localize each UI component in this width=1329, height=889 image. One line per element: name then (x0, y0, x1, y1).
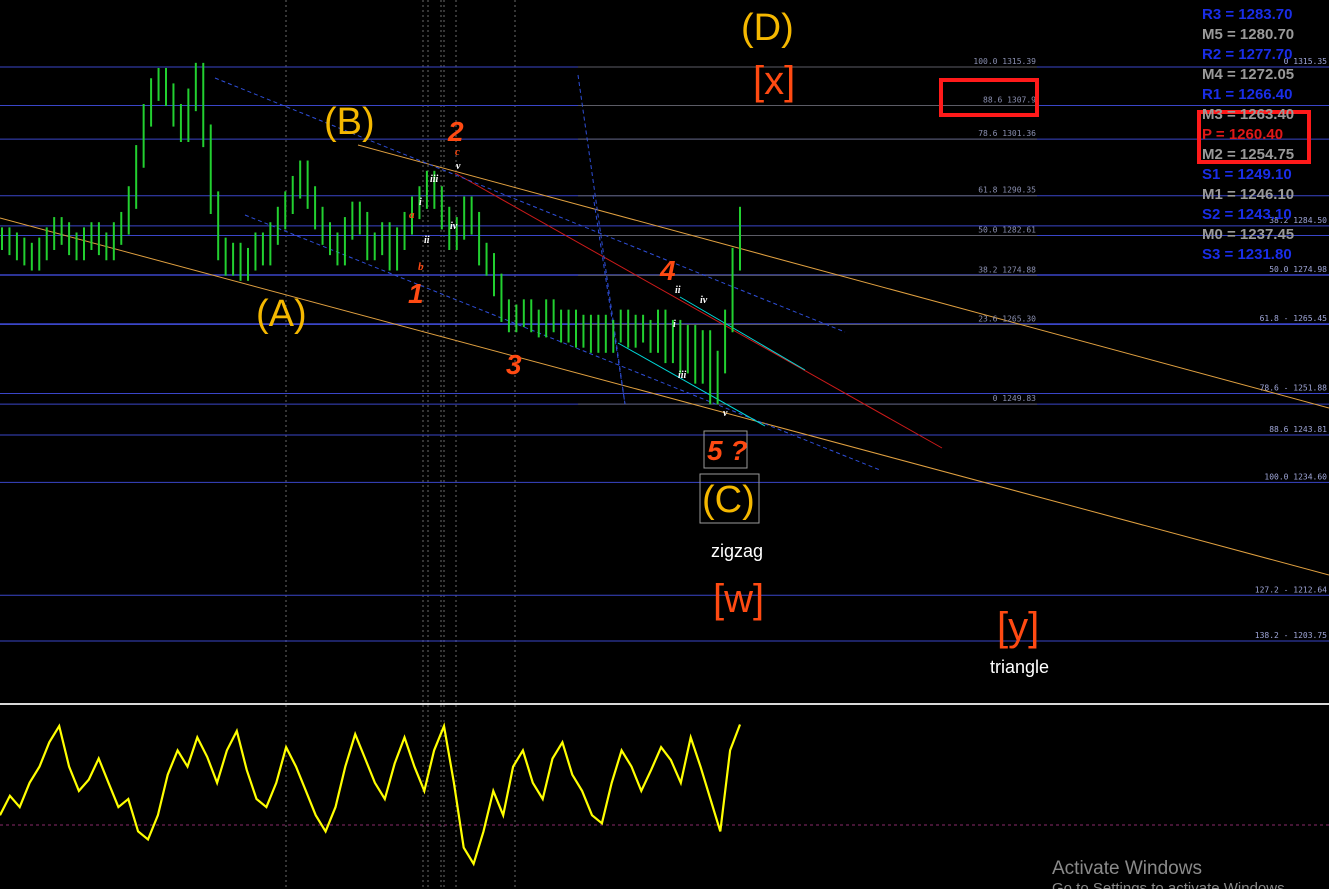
minor-ii-2: ii (675, 285, 681, 296)
minor-iii-1: iii (430, 174, 439, 185)
minor-iii-2: iii (678, 370, 687, 381)
fib-right-label: 50.0 1274.98 (1269, 265, 1327, 274)
minor-i-1: i (419, 197, 422, 208)
minor-v-1: v (456, 161, 461, 172)
wave-label-C: (C) (702, 479, 755, 521)
wave-label-w: [w] (713, 577, 764, 621)
blue-dash-4 (592, 194, 626, 405)
blue-dash-1 (214, 77, 846, 333)
pivot-label: S1 = 1249.10 (1202, 166, 1292, 183)
blue-dash-2 (244, 214, 881, 471)
minor-a: a (409, 209, 415, 221)
fib-left-label: 100.0 1315.39 (973, 57, 1036, 66)
fib-right-label: 61.8 - 1265.45 (1260, 314, 1328, 323)
fib-right-label: 138.2 - 1203.75 (1255, 631, 1327, 640)
vertical-separators (285, 0, 516, 889)
pivot-label: S3 = 1231.80 (1202, 246, 1292, 263)
minor-iv-2: iv (700, 295, 708, 306)
watermark-line2: Go to Settings to activate Windows. (1052, 880, 1289, 889)
fib-left-label: 88.6 1307.9 (983, 96, 1036, 105)
pivot-label: M4 = 1272.05 (1202, 66, 1294, 83)
wave-label-5: 5 ? (707, 435, 747, 466)
wave-label-B: (B) (324, 101, 375, 143)
fib-right-label: 88.6 1243.81 (1269, 425, 1327, 434)
wave-label-x: [x] (753, 59, 795, 103)
fib-left-labels: 100.0 1315.39 88.6 1307.9 78.6 1301.36 61.8… (973, 57, 1036, 403)
pivot-label: M0 = 1237.45 (1202, 226, 1294, 243)
fib-right-label: 127.2 - 1212.64 (1255, 585, 1327, 594)
minor-c: c (455, 146, 460, 158)
fib-left-label: 78.6 1301.36 (978, 129, 1036, 138)
watermark-line1: Activate Windows (1052, 858, 1202, 879)
fib-retracement (578, 66, 1037, 405)
chart: 100.0 1315.39 88.6 1307.9 78.6 1301.36 61.8… (0, 0, 1329, 889)
minor-iv-1: iv (450, 221, 458, 232)
minor-b: b (418, 261, 424, 273)
red-trendline (454, 172, 943, 449)
pivot-label: M5 = 1280.70 (1202, 26, 1294, 43)
wave-label-A: (A) (256, 293, 307, 335)
wave-label-1: 1 (408, 278, 424, 309)
annotation-triangle: triangle (990, 657, 1049, 677)
wave-label-3: 3 (506, 349, 522, 380)
pivot-label: S2 = 1243.10 (1202, 206, 1292, 223)
wave-label-4: 4 (659, 255, 676, 286)
blue-dash-3 (577, 74, 626, 405)
wave-label-y: [y] (997, 605, 1039, 649)
cyan-line-1 (617, 342, 766, 427)
fib-left-label: 50.0 1282.61 (978, 226, 1036, 235)
wave-label-2: 2 (447, 116, 464, 147)
fib-left-label: 23.6 1265.30 (978, 315, 1036, 324)
fib-right-label: 78.6 - 1251.88 (1260, 384, 1328, 393)
pivot-label: R1 = 1266.40 (1202, 86, 1293, 103)
cyan-line-2 (679, 296, 806, 371)
fib-left-label: 61.8 1290.35 (978, 186, 1036, 195)
oscillator-line (0, 722, 742, 867)
pivot-label: R3 = 1283.70 (1202, 6, 1293, 23)
fib-left-label: 0 1249.83 (993, 394, 1037, 403)
minor-ii-1: ii (424, 235, 430, 246)
annotation-zigzag: zigzag (711, 541, 763, 561)
channel-upper (357, 144, 1329, 409)
wave-label-D: (D) (741, 7, 794, 49)
fib-left-label: 38.2 1274.88 (978, 265, 1036, 274)
fib-right-label: 100.0 1234.60 (1264, 472, 1327, 481)
pivot-label: R2 = 1277.70 (1202, 46, 1293, 63)
fib-right-labels: 0 1315.3538.2 1284.5050.0 1274.9861.8 - … (1255, 57, 1327, 640)
pivot-label: P = 1260.40 (1202, 126, 1283, 143)
pivot-label: M1 = 1246.10 (1202, 186, 1294, 203)
minor-i-2: i (673, 319, 676, 330)
pivot-label: M3 = 1263.40 (1202, 106, 1294, 123)
minor-v-2: v (723, 408, 728, 419)
pivot-label: M2 = 1254.75 (1202, 146, 1294, 163)
